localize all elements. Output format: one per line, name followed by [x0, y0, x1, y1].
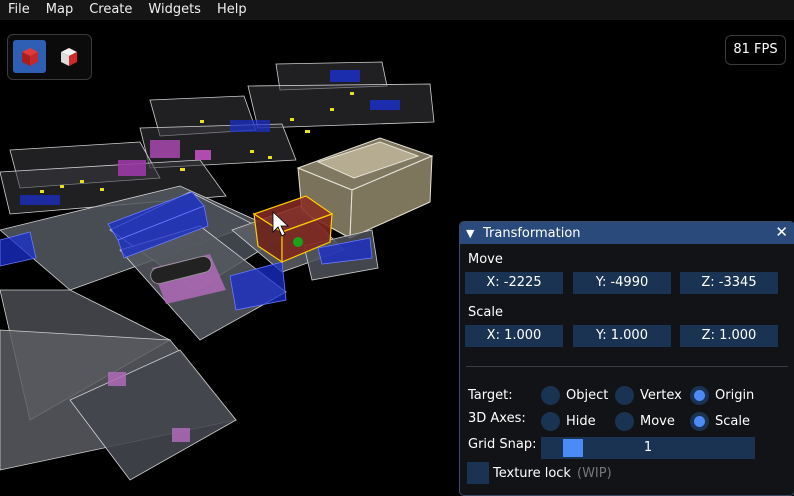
menu-widgets[interactable]: Widgets [140, 0, 209, 20]
radio-dot-selected [690, 386, 709, 405]
grid-snap-slider[interactable]: 1 [541, 437, 755, 459]
menu-map[interactable]: Map [38, 0, 81, 20]
move-x-field[interactable]: X: -2225 [465, 272, 563, 294]
axes-scale-radio[interactable]: Scale [690, 412, 750, 431]
target-label: Target: [468, 388, 513, 403]
radio-dot [541, 412, 560, 431]
radio-label: Move [640, 414, 675, 429]
grid-snap-value: 1 [643, 440, 653, 455]
close-icon[interactable]: ✕ [775, 223, 788, 241]
textured-cube-icon [60, 47, 77, 66]
divider [466, 366, 788, 367]
grid-snap-label: Grid Snap: [468, 437, 537, 452]
target-vertex-radio[interactable]: Vertex [615, 386, 682, 405]
radio-label: Origin [715, 388, 755, 403]
axes-label: 3D Axes: [468, 411, 526, 426]
radio-dot [615, 386, 634, 405]
solid-cube-icon [21, 47, 38, 66]
scale-label: Scale [468, 305, 503, 320]
radio-label: Object [566, 388, 609, 403]
axes-hide-radio[interactable]: Hide [541, 412, 596, 431]
radio-dot [615, 412, 634, 431]
transformation-panel: ▼ Transformation ✕ Move X: -2225 Y: -499… [459, 221, 794, 496]
texture-lock-checkbox[interactable] [467, 462, 489, 484]
radio-dot [541, 386, 560, 405]
panel-title-bar[interactable]: ▼ Transformation ✕ [460, 222, 794, 244]
collapse-triangle-icon[interactable]: ▼ [466, 227, 478, 240]
tool-palette [7, 34, 92, 80]
panel-title: Transformation [483, 225, 581, 241]
menu-file[interactable]: File [0, 0, 38, 20]
scale-z-field[interactable]: Z: 1.000 [680, 325, 778, 347]
fps-counter: 81 FPS [725, 35, 786, 65]
scale-x-field[interactable]: X: 1.000 [465, 325, 563, 347]
radio-dot-selected [690, 412, 709, 431]
radio-label: Hide [566, 414, 596, 429]
texture-lock-label: Texture lock [493, 466, 571, 481]
target-origin-radio[interactable]: Origin [690, 386, 754, 405]
radio-label: Scale [715, 414, 750, 429]
move-label: Move [468, 252, 503, 267]
axes-move-radio[interactable]: Move [615, 412, 675, 431]
target-object-radio[interactable]: Object [541, 386, 608, 405]
move-z-field[interactable]: Z: -3345 [680, 272, 778, 294]
wip-note: (WIP) [577, 466, 612, 481]
move-y-field[interactable]: Y: -4990 [573, 272, 671, 294]
solid-cube-tool-button[interactable] [13, 40, 46, 73]
radio-label: Vertex [640, 388, 682, 403]
scale-y-field[interactable]: Y: 1.000 [573, 325, 671, 347]
menu-help[interactable]: Help [209, 0, 255, 20]
menu-bar: File Map Create Widgets Help [0, 0, 794, 20]
textured-cube-tool-button[interactable] [52, 40, 85, 73]
menu-create[interactable]: Create [81, 0, 140, 20]
